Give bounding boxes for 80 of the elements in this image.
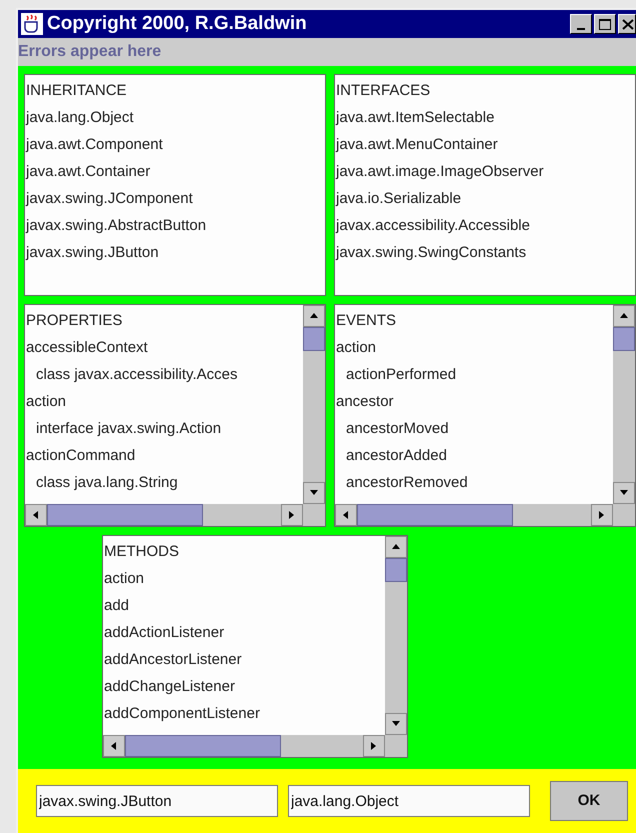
list-line: addActionListener xyxy=(104,623,226,643)
list-heading: INHERITANCE xyxy=(26,81,128,101)
scrollbar-corner xyxy=(385,735,407,757)
text-field[interactable]: java.lang.Object xyxy=(288,785,530,817)
scrollbar-thumb[interactable] xyxy=(125,735,281,757)
list-line: ancestor xyxy=(336,392,395,412)
list-line: java.awt.Component xyxy=(26,135,164,155)
scroll-down-button[interactable] xyxy=(385,713,407,735)
list-line: action xyxy=(104,569,146,589)
list-line: javax.accessibility.Accessible xyxy=(336,216,531,236)
scroll-right-button[interactable] xyxy=(363,735,385,757)
triangle-left-icon xyxy=(341,510,351,520)
list-line: class javax.accessibility.Acces xyxy=(35,365,238,385)
triangle-up-icon xyxy=(391,542,401,552)
close-button[interactable] xyxy=(618,14,636,34)
list-line: addAncestorListener xyxy=(104,650,243,670)
coffee-cup-icon xyxy=(21,13,43,35)
scroll-up-button[interactable] xyxy=(303,305,325,327)
vertical-scrollbar[interactable] xyxy=(385,536,407,735)
scroll-left-button[interactable] xyxy=(25,504,47,526)
triangle-left-icon xyxy=(31,510,41,520)
list-line: java.awt.ItemSelectable xyxy=(336,108,496,128)
scroll-up-button[interactable] xyxy=(613,305,635,327)
list-heading: PROPERTIES xyxy=(26,311,124,331)
list-line: actionPerformed xyxy=(345,365,458,385)
list-line: accessibleContext xyxy=(26,338,149,358)
scrollbar-thumb[interactable] xyxy=(385,558,407,582)
scroll-right-button[interactable] xyxy=(281,504,303,526)
scrollbar-thumb[interactable] xyxy=(47,504,203,526)
text-field[interactable]: javax.swing.JButton xyxy=(36,785,278,817)
triangle-up-icon xyxy=(309,311,319,321)
scroll-left-button[interactable] xyxy=(335,504,357,526)
list-line: javax.swing.SwingConstants xyxy=(336,243,528,263)
scrollbar-thumb[interactable] xyxy=(357,504,513,526)
list-line: ancestorMoved xyxy=(345,419,450,439)
list-line: addComponentListener xyxy=(104,704,261,724)
minimize-button[interactable] xyxy=(570,14,592,34)
ok-button[interactable]: OK xyxy=(550,781,628,821)
list-line: java.awt.MenuContainer xyxy=(336,135,499,155)
list-line: java.lang.Object xyxy=(26,108,135,128)
list-line: action xyxy=(336,338,378,358)
list-line: javax.swing.AbstractButton xyxy=(26,216,208,236)
list-line: addChangeListener xyxy=(104,677,236,697)
scrollbar-corner xyxy=(303,504,325,526)
horizontal-scrollbar[interactable] xyxy=(335,504,613,526)
list-line: java.awt.image.ImageObserver xyxy=(336,162,545,182)
list-line: interface javax.swing.Action xyxy=(35,419,222,439)
list-line: add xyxy=(104,596,130,616)
list-heading: METHODS xyxy=(104,542,180,562)
maximize-button[interactable] xyxy=(594,14,616,34)
close-icon xyxy=(622,18,634,30)
triangle-left-icon xyxy=(109,741,119,751)
horizontal-scrollbar[interactable] xyxy=(103,735,385,757)
vertical-scrollbar[interactable] xyxy=(613,305,635,504)
horizontal-scrollbar[interactable] xyxy=(25,504,303,526)
vertical-scrollbar[interactable] xyxy=(303,305,325,504)
maximize-icon xyxy=(599,18,611,30)
error-label: Errors appear here xyxy=(18,42,162,62)
window-title: Copyright 2000, R.G.Baldwin xyxy=(47,12,308,36)
scroll-right-button[interactable] xyxy=(591,504,613,526)
triangle-up-icon xyxy=(619,311,629,321)
scroll-up-button[interactable] xyxy=(385,536,407,558)
scrollbar-thumb[interactable] xyxy=(303,327,325,351)
list-line: ancestorAdded xyxy=(345,446,448,466)
scrollbar-corner xyxy=(613,504,635,526)
list-line: java.io.Serializable xyxy=(336,189,462,209)
scroll-down-button[interactable] xyxy=(303,482,325,504)
list-line: javax.swing.JButton xyxy=(26,243,160,263)
list-line: actionCommand xyxy=(26,446,136,466)
list-line: class java.lang.String xyxy=(35,473,179,493)
scrollbar-thumb[interactable] xyxy=(613,327,635,351)
list-heading: INTERFACES xyxy=(336,81,432,101)
list-line: java.awt.Container xyxy=(26,162,152,182)
list-line: ancestorRemoved xyxy=(345,473,469,493)
list-line: javax.swing.JComponent xyxy=(26,189,194,209)
scroll-down-button[interactable] xyxy=(613,482,635,504)
minimize-icon xyxy=(577,28,585,30)
list-line: action xyxy=(26,392,68,412)
scroll-left-button[interactable] xyxy=(103,735,125,757)
list-heading: EVENTS xyxy=(336,311,398,331)
